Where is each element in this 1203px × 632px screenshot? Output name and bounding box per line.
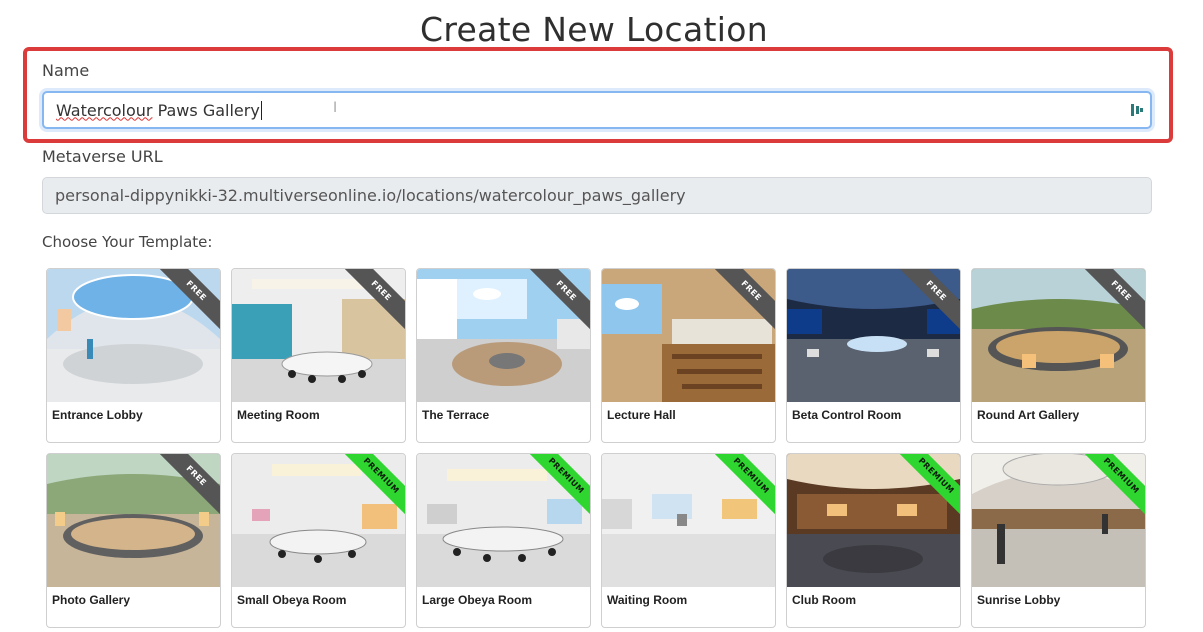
template-section-label: Choose Your Template: (42, 233, 213, 251)
template-badge-label: FREE (339, 269, 405, 334)
template-card[interactable]: FREE The Terrace (416, 268, 591, 443)
template-badge-label: PREMIUM (339, 454, 405, 519)
template-name: Photo Gallery (52, 593, 131, 607)
template-badge-label: PREMIUM (709, 454, 775, 519)
template-badge: PREMIUM (339, 454, 405, 520)
template-name: The Terrace (422, 408, 490, 422)
template-card[interactable]: FREE Photo Gallery (46, 453, 221, 628)
name-input-value: Watercolour Paws Gallery (56, 101, 260, 120)
template-badge: PREMIUM (894, 454, 960, 520)
template-name: Meeting Room (237, 408, 320, 422)
template-card[interactable]: FREE Meeting Room (231, 268, 406, 443)
template-badge: FREE (524, 269, 590, 335)
template-card[interactable]: FREE Lecture Hall (601, 268, 776, 443)
template-name: Beta Control Room (792, 408, 902, 422)
template-name: Club Room (792, 593, 856, 607)
template-badge: FREE (1079, 269, 1145, 335)
metaverse-url-field: personal-dippynikki-32.multiverseonline.… (42, 177, 1152, 214)
url-label: Metaverse URL (42, 147, 163, 166)
template-badge-label: FREE (154, 269, 220, 334)
template-card[interactable]: PREMIUM Sunrise Lobby (971, 453, 1146, 628)
name-label: Name (42, 61, 90, 80)
template-badge: FREE (154, 269, 220, 335)
template-name: Sunrise Lobby (977, 593, 1061, 607)
template-name: Waiting Room (607, 593, 688, 607)
template-card[interactable]: PREMIUM Small Obeya Room (231, 453, 406, 628)
name-value-rest: Paws Gallery (152, 100, 260, 120)
template-badge: FREE (154, 454, 220, 520)
template-badge-label: FREE (709, 269, 775, 334)
password-manager-icon[interactable] (1130, 102, 1144, 118)
template-card[interactable]: PREMIUM Waiting Room (601, 453, 776, 628)
template-badge: PREMIUM (709, 454, 775, 520)
name-value-misspelled: Watercolour (56, 100, 153, 120)
template-card[interactable]: FREE Beta Control Room (786, 268, 961, 443)
template-badge: FREE (709, 269, 775, 335)
template-badge-label: FREE (894, 269, 960, 334)
template-card[interactable]: FREE Round Art Gallery (971, 268, 1146, 443)
template-name: Round Art Gallery (977, 408, 1080, 422)
text-caret (260, 100, 262, 120)
template-card[interactable]: FREE Entrance Lobby (46, 268, 221, 443)
template-badge-label: FREE (154, 454, 220, 519)
template-badge-label: FREE (524, 269, 590, 334)
template-card[interactable]: PREMIUM Large Obeya Room (416, 453, 591, 628)
template-badge: PREMIUM (1079, 454, 1145, 520)
template-badge-label: PREMIUM (524, 454, 590, 519)
template-name: Small Obeya Room (237, 593, 347, 607)
template-badge: FREE (894, 269, 960, 335)
template-badge: FREE (339, 269, 405, 335)
ibeam-cursor-icon: Ⅰ (333, 100, 338, 116)
template-badge-label: FREE (1079, 269, 1145, 334)
page-title: Create New Location (420, 10, 768, 49)
create-location-page: Create New Location Name Watercolour Paw… (0, 0, 1203, 632)
template-badge-label: PREMIUM (1079, 454, 1145, 519)
template-badge: PREMIUM (524, 454, 590, 520)
template-badge-label: PREMIUM (894, 454, 960, 519)
template-name: Large Obeya Room (422, 593, 533, 607)
metaverse-url-value: personal-dippynikki-32.multiverseonline.… (55, 186, 686, 205)
template-card[interactable]: PREMIUM Club Room (786, 453, 961, 628)
template-name: Lecture Hall (607, 408, 676, 422)
name-input[interactable]: Watercolour Paws Gallery (42, 91, 1152, 129)
template-name: Entrance Lobby (52, 408, 143, 422)
